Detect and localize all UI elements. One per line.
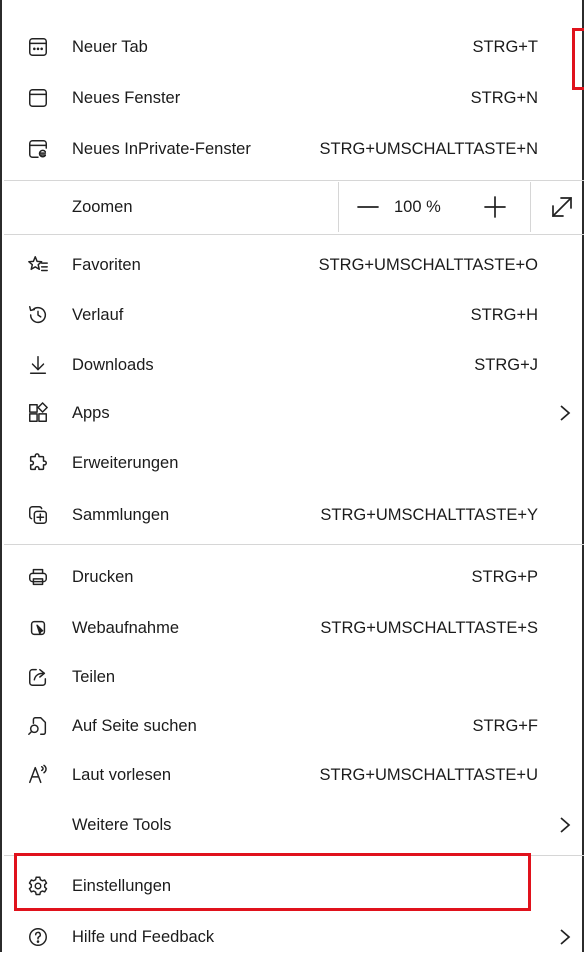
printer-icon <box>26 565 50 589</box>
menu-item-print[interactable]: Drucken STRG+P <box>2 552 584 602</box>
menu-separator <box>4 544 584 545</box>
settings-highlight-box <box>14 853 531 911</box>
new-tab-icon <box>26 35 50 59</box>
download-icon <box>26 353 50 377</box>
zoom-in-button[interactable] <box>482 194 508 220</box>
plus-icon <box>484 196 506 218</box>
fullscreen-icon <box>552 197 572 217</box>
help-icon <box>26 925 50 949</box>
menu-item-read-aloud[interactable]: Laut vorlesen STRG+UMSCHALTTASTE+U <box>2 750 584 800</box>
menu-item-more-tools[interactable]: Weitere Tools <box>2 800 584 850</box>
menu-item-zoom: Zoomen 100 % <box>2 182 584 232</box>
menu-item-label: Auf Seite suchen <box>72 717 197 735</box>
menu-item-shortcut: STRG+J <box>474 356 538 374</box>
menu-item-label: Webaufnahme <box>72 619 180 637</box>
zoom-divider <box>338 182 339 232</box>
extensions-icon <box>26 451 50 475</box>
menu-item-favorites[interactable]: Favoriten STRG+UMSCHALTTASTE+O <box>2 240 584 290</box>
apps-icon <box>26 401 50 425</box>
find-on-page-icon <box>26 714 50 738</box>
menu-item-extensions[interactable]: Erweiterungen <box>2 438 584 488</box>
menu-item-shortcut: STRG+UMSCHALTTASTE+S <box>320 619 538 637</box>
menu-item-label: Laut vorlesen <box>72 766 172 784</box>
menu-item-web-capture[interactable]: Webaufnahme STRG+UMSCHALTTASTE+S <box>2 603 584 653</box>
menu-item-new-tab[interactable]: Neuer Tab STRG+T <box>2 22 584 72</box>
menu-item-label: Teilen <box>72 668 116 686</box>
menu-item-label: Erweiterungen <box>72 454 179 472</box>
menu-item-shortcut: STRG+UMSCHALTTASTE+O <box>318 256 538 274</box>
menu-item-label: Verlauf <box>72 306 124 324</box>
menu-item-label: Apps <box>72 404 110 422</box>
window-icon <box>26 86 50 110</box>
chevron-right-icon <box>558 403 574 423</box>
minus-icon <box>357 206 379 208</box>
history-icon <box>26 303 50 327</box>
menu-item-downloads[interactable]: Downloads STRG+J <box>2 340 584 390</box>
zoom-divider <box>530 182 531 232</box>
menu-item-shortcut: STRG+T <box>472 38 538 56</box>
read-aloud-icon <box>26 763 50 787</box>
menu-item-label: Sammlungen <box>72 506 170 524</box>
top-right-highlight-box <box>572 28 584 90</box>
menu-item-shortcut: STRG+N <box>470 89 538 107</box>
collections-icon <box>26 503 50 527</box>
favorites-icon <box>26 253 50 277</box>
menu-item-shortcut: STRG+H <box>470 306 538 324</box>
share-icon <box>26 665 50 689</box>
inprivate-icon <box>26 137 50 161</box>
menu-item-shortcut: STRG+P <box>471 568 538 586</box>
menu-separator <box>4 234 584 235</box>
menu-item-label: Neues Fenster <box>72 89 181 107</box>
menu-item-label: Weitere Tools <box>72 816 172 834</box>
menu-item-shortcut: STRG+UMSCHALTTASTE+Y <box>320 506 538 524</box>
web-capture-icon <box>26 616 50 640</box>
menu-item-label: Neues InPrivate-Fenster <box>72 140 251 158</box>
menu-item-label: Neuer Tab <box>72 38 148 56</box>
menu-item-label: Hilfe und Feedback <box>72 928 215 946</box>
menu-item-shortcut: STRG+UMSCHALTTASTE+N <box>319 140 538 158</box>
menu-item-label: Downloads <box>72 356 154 374</box>
menu-item-shortcut: STRG+F <box>472 717 538 735</box>
fullscreen-button[interactable] <box>549 194 575 220</box>
menu-separator <box>4 180 584 181</box>
zoom-out-button[interactable] <box>355 194 381 220</box>
menu-item-label: Drucken <box>72 568 134 586</box>
menu-item-history[interactable]: Verlauf STRG+H <box>2 290 584 340</box>
menu-item-inprivate-window[interactable]: Neues InPrivate-Fenster STRG+UMSCHALTTAS… <box>2 124 584 174</box>
menu-item-shortcut: STRG+UMSCHALTTASTE+U <box>319 766 538 784</box>
menu-item-label: Favoriten <box>72 256 141 274</box>
menu-item-collections[interactable]: Sammlungen STRG+UMSCHALTTASTE+Y <box>2 490 584 540</box>
menu-item-find-on-page[interactable]: Auf Seite suchen STRG+F <box>2 701 584 751</box>
chevron-right-icon <box>558 815 574 835</box>
zoom-label: Zoomen <box>72 198 133 216</box>
menu-item-share[interactable]: Teilen <box>2 652 584 702</box>
menu-item-new-window[interactable]: Neues Fenster STRG+N <box>2 73 584 123</box>
settings-menu: Neuer Tab STRG+T Neues Fenster STRG+N Ne… <box>0 0 584 952</box>
menu-item-help-feedback[interactable]: Hilfe und Feedback <box>2 912 584 962</box>
menu-item-apps[interactable]: Apps <box>2 388 584 438</box>
chevron-right-icon <box>558 927 574 947</box>
zoom-value: 100 % <box>394 198 441 216</box>
